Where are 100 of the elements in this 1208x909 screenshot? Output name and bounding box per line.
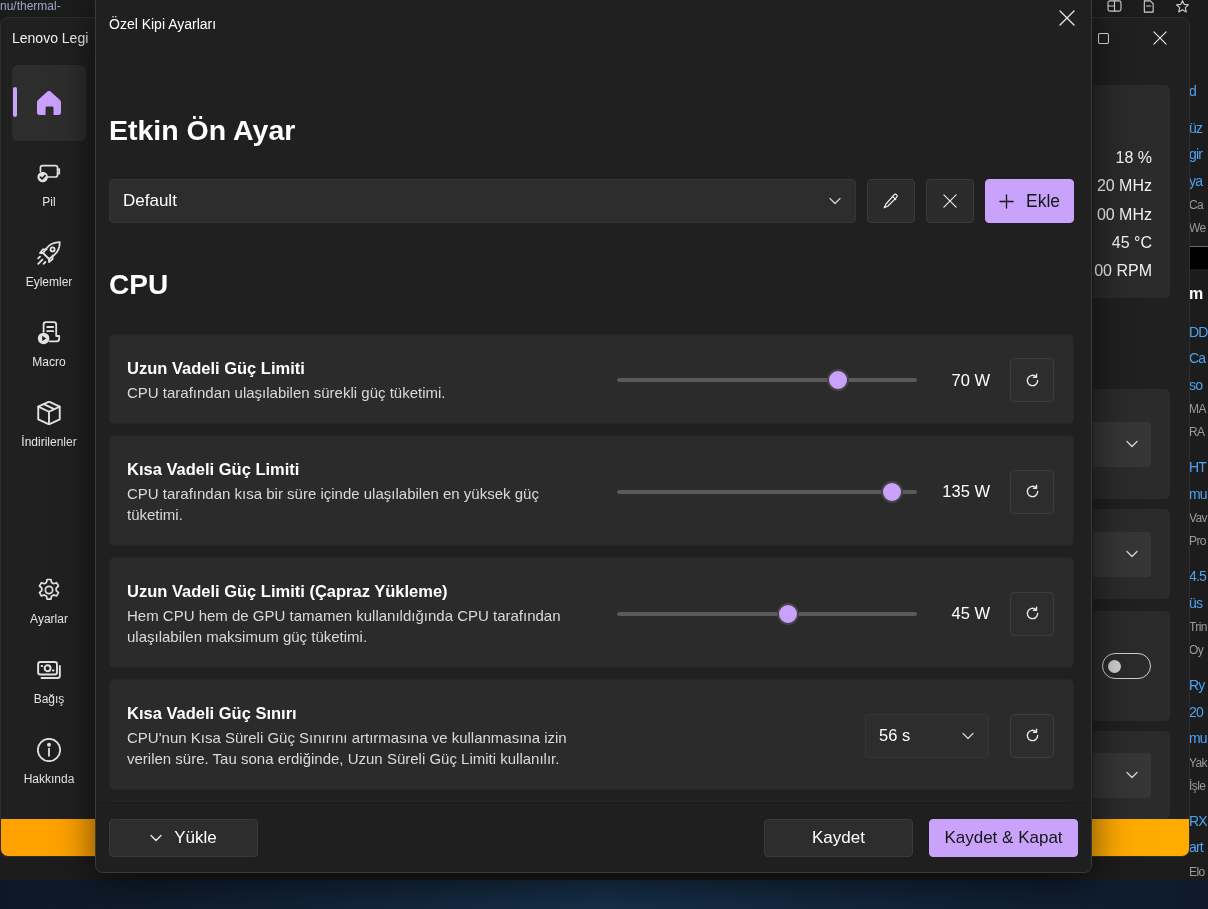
link-fragment[interactable]: üz — [1189, 114, 1203, 141]
text-fragment: Pro — [1189, 533, 1206, 550]
section-heading: Etkin Ön Ayar — [109, 113, 296, 148]
setting-description: CPU tarafından kısa bir süre içinde ulaşılabilen en yüksek güç tüketimi. — [127, 484, 540, 525]
nav-item[interactable]: Bağış — [12, 642, 86, 718]
home-icon — [37, 91, 61, 115]
chevron-down-icon — [1126, 440, 1138, 448]
link-fragment[interactable]: 20 — [1189, 698, 1203, 725]
setting-value: 45 W — [950, 604, 990, 623]
document-icon[interactable] — [1142, 0, 1155, 13]
nav-item[interactable]: İndirilenler — [12, 385, 86, 461]
info-icon — [37, 738, 61, 762]
slider-thumb[interactable] — [881, 480, 904, 503]
address-text: nu/thermal- — [0, 0, 61, 13]
refresh-icon — [1024, 372, 1040, 388]
dialog-title: Özel Kipi Ayarları — [109, 16, 217, 32]
chevron-down-icon — [1126, 550, 1138, 558]
slider-thumb[interactable] — [826, 369, 849, 391]
link-fragment[interactable]: art — [1189, 834, 1203, 861]
reset-button[interactable] — [1010, 591, 1054, 636]
sensor-value: 20 MHz — [1096, 176, 1152, 197]
refresh-icon — [1024, 728, 1040, 743]
chevron-down-icon — [962, 731, 974, 740]
chevron-down-icon — [1126, 771, 1138, 779]
save-button[interactable]: Kaydet — [764, 819, 913, 857]
link-fragment[interactable]: Ry — [1189, 672, 1205, 699]
dropdown-field[interactable] — [1093, 421, 1151, 467]
text-fragment: RA — [1189, 424, 1205, 441]
link-fragment[interactable]: ya — [1189, 167, 1203, 194]
refresh-icon — [1024, 484, 1040, 499]
text-fragment: Trin — [1189, 619, 1207, 636]
setting-description: CPU tarafından ulaşılabilen sürekli güç tüketimi. — [127, 383, 447, 403]
cross-icon — [943, 194, 957, 208]
refresh-icon — [1024, 606, 1040, 621]
document-play-icon — [37, 321, 61, 345]
link-fragment[interactable]: mu — [1189, 480, 1207, 507]
setting-title: Uzun Vadeli Güç Limiti (Çapraz Yükleme) — [127, 581, 448, 602]
reset-button[interactable] — [1010, 469, 1054, 514]
link-fragment[interactable]: Ca — [1189, 345, 1206, 372]
text-fragment: MA — [1189, 401, 1206, 418]
slider-track[interactable] — [617, 369, 917, 391]
reset-button[interactable] — [1010, 713, 1054, 758]
nav-item[interactable]: Pil — [12, 145, 86, 221]
setting-title: Kısa Vadeli Güç Sınırı — [127, 703, 297, 724]
text-fragment: Ca — [1189, 197, 1204, 214]
slider-thumb[interactable] — [777, 602, 800, 625]
section-heading: CPU — [109, 268, 169, 302]
star-icon[interactable] — [1175, 0, 1190, 13]
duration-dropdown[interactable]: 56 s — [865, 713, 989, 758]
heading-fragment: m — [1189, 283, 1204, 304]
nav-item[interactable]: Hakkında — [12, 722, 86, 798]
slider-track[interactable] — [617, 602, 917, 625]
nav-item[interactable]: Ayarlar — [12, 562, 86, 638]
pencil-icon — [883, 193, 899, 209]
chevron-down-icon — [150, 834, 163, 842]
setting-description: Hem CPU hem de GPU tamamen kullanıldığında CPU tarafından ulaşılabilen maksimum güç tüketimi. — [127, 606, 562, 647]
close-icon — [1059, 10, 1075, 26]
nav-item[interactable] — [12, 65, 86, 141]
link-fragment[interactable]: so — [1189, 371, 1203, 398]
dropdown-field[interactable] — [1093, 752, 1151, 798]
banknote-icon — [37, 658, 61, 682]
rocket-icon — [37, 241, 61, 265]
save-close-button[interactable]: Kaydet & Kapat — [929, 819, 1078, 857]
slider-track[interactable] — [617, 480, 917, 503]
edit-button[interactable] — [867, 179, 915, 223]
split-view-icon[interactable] — [1107, 0, 1122, 12]
preset-dropdown[interactable]: Default — [109, 179, 856, 223]
link-fragment[interactable]: d — [1189, 78, 1196, 105]
add-button[interactable]: Ekle — [985, 179, 1074, 223]
text-fragment: Oy — [1189, 642, 1204, 659]
setting-title: Kısa Vadeli Güç Limiti — [127, 459, 300, 480]
link-fragment[interactable]: HT — [1189, 454, 1207, 481]
setting-value: 70 W — [950, 370, 990, 390]
text-fragment: Elo — [1189, 863, 1205, 881]
plus-icon — [998, 193, 1014, 209]
text-fragment: Yak — [1189, 754, 1207, 772]
text-fragment: Vav — [1189, 510, 1207, 527]
link-fragment[interactable]: DD — [1189, 318, 1208, 345]
setting-title: Uzun Vadeli Güç Limiti — [127, 358, 305, 379]
sensor-value: 00 MHz — [1096, 204, 1152, 225]
maximize-icon[interactable] — [1098, 32, 1109, 44]
settings-icon — [37, 578, 61, 602]
link-fragment[interactable]: RX — [1189, 807, 1207, 834]
nav-item[interactable]: Macro — [12, 305, 86, 381]
link-fragment[interactable]: gir — [1189, 141, 1203, 168]
sensor-value: 18 % — [1115, 148, 1152, 168]
link-fragment[interactable]: 4.5 — [1189, 563, 1207, 590]
sensor-value: 00 RPM — [1094, 261, 1152, 282]
link-fragment[interactable]: mu — [1189, 725, 1207, 752]
window-title: Lenovo Legi — [12, 30, 89, 46]
nav-item[interactable]: Eylemler — [12, 225, 86, 301]
link-fragment[interactable]: üs — [1189, 589, 1203, 616]
reset-button[interactable] — [1010, 358, 1054, 402]
sensor-value: 45 °C — [1111, 232, 1152, 253]
setting-description: CPU'nun Kısa Süreli Güç Sınırını artırmasına ve kullanmasına izin verilen süre. Tau sona erdiğinde, Uzun Süreli Güç Limiti kullanılır. — [127, 728, 568, 769]
chevron-down-icon — [829, 197, 841, 205]
text-fragment: We — [1189, 220, 1206, 237]
setting-value: 135 W — [941, 482, 990, 501]
dropdown-field[interactable] — [1093, 531, 1151, 577]
load-button[interactable]: Yükle — [109, 819, 258, 857]
